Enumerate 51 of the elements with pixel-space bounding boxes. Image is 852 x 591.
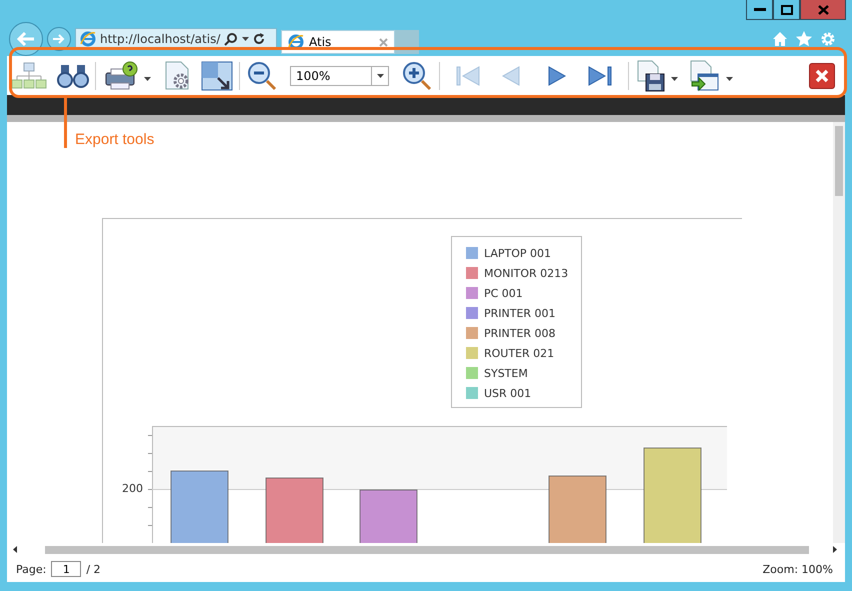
chart-bar <box>266 478 324 543</box>
page-label: Page: <box>16 562 46 576</box>
legend-label: SYSTEM <box>484 366 528 380</box>
url-text: http://localhost/atis/ <box>100 32 220 46</box>
close-report-button[interactable] <box>809 62 835 88</box>
maximize-icon <box>780 4 792 14</box>
find-button[interactable] <box>57 62 89 88</box>
zoom-dropdown[interactable]: 100% <box>290 66 389 86</box>
refresh-icon[interactable] <box>253 32 265 44</box>
caret-icon[interactable] <box>144 77 151 81</box>
page-layout-button[interactable] <box>201 60 233 90</box>
forward-arrow-icon <box>52 32 66 44</box>
legend-label: USR 001 <box>484 386 532 400</box>
scroll-right-icon[interactable] <box>833 546 837 553</box>
browser-logo-icon <box>80 30 96 46</box>
back-button[interactable] <box>9 22 43 56</box>
minimize-icon <box>754 8 766 12</box>
zoom-in-button[interactable] <box>401 60 433 92</box>
vertical-scrollbar[interactable] <box>833 122 845 543</box>
search-icon[interactable] <box>224 32 238 46</box>
document-map-button[interactable] <box>11 60 47 90</box>
axis-tick-label: 200 <box>121 482 144 495</box>
legend-label: LAPTOP 001 <box>484 246 552 260</box>
legend-label: ROUTER 021 <box>484 346 554 360</box>
export-button[interactable] <box>688 60 720 92</box>
minimize-button[interactable] <box>746 0 773 20</box>
browser-logo-icon <box>288 34 304 50</box>
legend-label: PRINTER 008 <box>484 326 556 340</box>
zoom-level: Zoom: 100% <box>762 562 833 576</box>
caret-icon[interactable] <box>242 36 249 40</box>
save-button[interactable] <box>635 60 667 92</box>
zoom-out-button[interactable] <box>246 60 278 92</box>
back-arrow-icon <box>16 30 36 46</box>
chart-bar <box>548 476 606 543</box>
legend-label: PC 001 <box>484 286 523 300</box>
legend-label: MONITOR 0213 <box>484 266 568 280</box>
close-button[interactable] <box>800 0 846 20</box>
page-total: / 2 <box>86 562 101 576</box>
legend-label: PRINTER 001 <box>484 306 556 320</box>
scroll-left-icon[interactable] <box>13 546 17 553</box>
page-number-field[interactable]: 1 <box>51 561 82 577</box>
close-icon <box>818 4 828 14</box>
star-icon[interactable] <box>796 30 812 46</box>
address-bar[interactable]: http://localhost/atis/ <box>75 28 277 50</box>
callout-label: Export tools <box>75 131 154 148</box>
close-icon <box>815 68 829 82</box>
caret-icon[interactable] <box>376 74 384 78</box>
caret-icon[interactable] <box>726 77 733 81</box>
leader-line <box>64 97 67 148</box>
caret-icon[interactable] <box>671 77 678 81</box>
maximize-button[interactable] <box>773 0 800 20</box>
